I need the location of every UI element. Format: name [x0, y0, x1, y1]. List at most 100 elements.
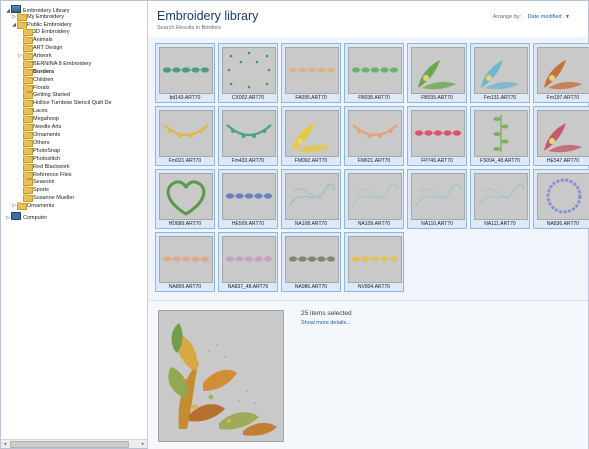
- folder-icon: [17, 202, 27, 210]
- tree-node-label: Needle Arts: [33, 124, 62, 130]
- file-tile[interactable]: NV804.ART70: [344, 232, 404, 292]
- leaf-corner-design-image: [159, 311, 283, 441]
- file-tile[interactable]: HE509.ART70: [218, 169, 278, 229]
- folder-icon: [23, 44, 33, 52]
- tree-node[interactable]: Susanne Mueller: [17, 194, 74, 202]
- file-tile[interactable]: Fm433.ART70: [218, 106, 278, 166]
- file-tile[interactable]: NA109.ART70: [344, 169, 404, 229]
- tree-node[interactable]: PhotoSnap: [17, 147, 60, 155]
- tree-node[interactable]: Seasons: [17, 178, 54, 186]
- file-name-label: HD689.ART70: [168, 221, 202, 227]
- embroidery-thumbnail-image: [222, 173, 276, 220]
- embroidery-thumbnail-image: [348, 236, 402, 283]
- embroidery-thumbnail-image: [222, 47, 276, 94]
- embroidery-thumbnail-image: [159, 173, 213, 220]
- embroidery-thumbnail-image: [537, 173, 589, 220]
- file-tile[interactable]: FS094_48.ART70: [470, 106, 530, 166]
- tree-node[interactable]: Getting Started: [17, 91, 70, 99]
- embroidery-thumbnail-image: [537, 47, 589, 94]
- tree-node[interactable]: Children: [17, 76, 53, 84]
- file-tile[interactable]: NA836.ART70: [533, 169, 589, 229]
- folder-tree-pane: ◢ Embroidery Library ▷ My Embroidery ◢ Public…: [1, 1, 148, 448]
- file-tile[interactable]: NA837_48.ART70: [218, 232, 278, 292]
- file-name-label: NA986.ART70: [294, 284, 328, 290]
- tree-node[interactable]: ◢ Embroidery Library: [5, 5, 69, 14]
- embroidery-thumbnail-image: [285, 47, 339, 94]
- tree-node[interactable]: Needle Arts: [17, 123, 61, 131]
- search-results-subtitle: Search Results in Borders: [157, 25, 221, 31]
- tree-node[interactable]: Animals: [17, 36, 53, 44]
- folder-icon: [23, 99, 33, 107]
- file-tile[interactable]: Fm197.ART70: [533, 43, 589, 103]
- chevron-down-icon[interactable]: ▼: [565, 14, 570, 20]
- file-tile[interactable]: FM092.ART70: [281, 106, 341, 166]
- file-name-label: FM092.ART70: [294, 158, 328, 164]
- tree-node[interactable]: 3D Embroidery: [17, 28, 70, 36]
- file-tile[interactable]: NA110.ART70: [407, 169, 467, 229]
- tree-node[interactable]: ▷ Ornaments: [11, 202, 54, 210]
- embroidery-motif: [493, 115, 509, 152]
- embroidery-motif: [166, 180, 206, 216]
- tree-node[interactable]: ART Design: [17, 44, 62, 52]
- tree-horizontal-scrollbar[interactable]: ◂ ▸: [1, 439, 147, 448]
- folder-icon: [23, 163, 33, 171]
- tree-node-label: Photostitch: [33, 156, 61, 162]
- file-name-label: NA108.ART70: [294, 221, 328, 227]
- file-tile[interactable]: FP749.ART70: [407, 106, 467, 166]
- folder-icon: [23, 171, 33, 179]
- tree-node[interactable]: Ornaments: [17, 131, 60, 139]
- embroidery-thumbnail-image: [348, 47, 402, 94]
- file-name-label: NA109.ART70: [357, 221, 391, 227]
- tree-node-label: BERNINA 8 Embroidery: [33, 61, 92, 67]
- tree-node[interactable]: Hollice Turnbow Stencil Quilt De: [17, 99, 112, 107]
- file-name-label: NA111.ART70: [484, 221, 516, 227]
- file-tile[interactable]: NA111.ART70: [470, 169, 530, 229]
- tree-node[interactable]: BERNINA 8 Embroidery: [17, 60, 91, 68]
- folder-icon: [23, 123, 33, 131]
- arrange-by-label: Arrange by:: [492, 14, 522, 20]
- embroidery-motif: [163, 67, 209, 73]
- file-name-label: NA836.ART70: [546, 221, 580, 227]
- file-tile[interactable]: HE547.ART70: [533, 106, 589, 166]
- file-tile[interactable]: FA095.ART70: [281, 43, 341, 103]
- file-tile[interactable]: FB039.ART70: [407, 43, 467, 103]
- file-tile[interactable]: FM621.ART70: [344, 106, 404, 166]
- file-name-label: NA110.ART70: [421, 221, 453, 227]
- tree-node[interactable]: Laces: [17, 107, 48, 115]
- file-tile[interactable]: NA869.ART70: [155, 232, 215, 292]
- tree-node[interactable]: Others: [17, 139, 50, 147]
- file-tile[interactable]: CX002.ART70: [218, 43, 278, 103]
- folder-icon: [23, 84, 33, 92]
- file-tile[interactable]: NA986.ART70: [281, 232, 341, 292]
- file-name-label: HE509.ART70: [231, 221, 265, 227]
- tree-node[interactable]: Photostitch: [17, 155, 60, 163]
- tree-node[interactable]: Borders: [17, 68, 54, 76]
- file-name-label: NV804.ART70: [357, 284, 391, 290]
- scrollbar-thumb[interactable]: [10, 441, 129, 448]
- embroidery-motif: [352, 183, 399, 207]
- tree-node[interactable]: Red Blackwork: [17, 163, 70, 171]
- details-pane: 25 items selected Show more details...: [148, 300, 588, 449]
- file-name-label: FM621.ART70: [357, 158, 391, 164]
- file-tile[interactable]: HD689.ART70: [155, 169, 215, 229]
- folder-tree: ◢ Embroidery Library ▷ My Embroidery ◢ Public…: [1, 1, 147, 439]
- file-tile[interactable]: bd143.ART70: [155, 43, 215, 103]
- file-tile[interactable]: FB038.ART70: [344, 43, 404, 103]
- embroidery-motif: [227, 51, 271, 89]
- scroll-right-arrow-icon[interactable]: ▸: [139, 440, 147, 448]
- embroidery-thumbnail-image: [285, 110, 339, 157]
- tree-node[interactable]: ▷ My Embroidery: [11, 13, 64, 21]
- tree-node[interactable]: ▷ Artwork: [17, 52, 52, 60]
- tree-node[interactable]: Sports: [17, 186, 49, 194]
- arrange-by-dropdown[interactable]: Date modified: [528, 14, 562, 20]
- embroidery-motif: [289, 256, 335, 262]
- show-more-details-link[interactable]: Show more details...: [301, 320, 351, 326]
- file-tile[interactable]: NA108.ART70: [281, 169, 341, 229]
- tree-node[interactable]: Megahoop: [17, 115, 59, 123]
- tree-node-label: ART Design: [33, 45, 63, 51]
- file-tile[interactable]: Fm131.ART70: [470, 43, 530, 103]
- scroll-left-arrow-icon[interactable]: ◂: [1, 440, 9, 448]
- tree-node[interactable]: ▷ Computer: [5, 212, 47, 221]
- file-tile[interactable]: Fm021.ART70: [155, 106, 215, 166]
- file-name-label: HE547.ART70: [546, 158, 580, 164]
